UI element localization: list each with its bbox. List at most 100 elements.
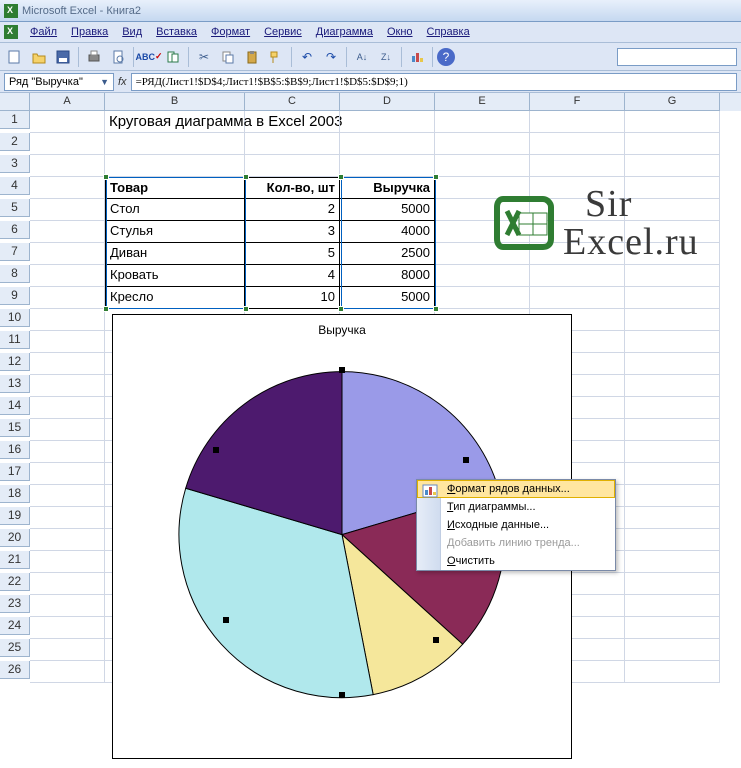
save-icon[interactable] <box>52 46 74 68</box>
cell-C4[interactable]: Кол-во, шт <box>245 177 340 199</box>
row-header-23[interactable]: 23 <box>0 595 30 613</box>
cell-D6[interactable]: 4000 <box>340 221 435 243</box>
row-header-6[interactable]: 6 <box>0 221 30 239</box>
cell-C5[interactable]: 2 <box>245 199 340 221</box>
ctx-item-2[interactable]: Исходные данные... <box>417 516 615 534</box>
row-header-18[interactable]: 18 <box>0 485 30 503</box>
cell-G22[interactable] <box>625 573 720 595</box>
cell-A6[interactable] <box>30 221 105 243</box>
cell-G17[interactable] <box>625 463 720 485</box>
name-box[interactable]: Ряд "Выручка" ▼ <box>4 73 114 91</box>
open-icon[interactable] <box>28 46 50 68</box>
cell-A4[interactable] <box>30 177 105 199</box>
spellcheck-icon[interactable]: ABC✓ <box>138 46 160 68</box>
cell-A14[interactable] <box>30 397 105 419</box>
cell-G18[interactable] <box>625 485 720 507</box>
cell-A26[interactable] <box>30 661 105 683</box>
chart-title[interactable]: Выручка <box>113 323 571 337</box>
menu-edit[interactable]: Правка <box>65 24 114 40</box>
col-header-G[interactable]: G <box>625 93 720 111</box>
cell-G14[interactable] <box>625 397 720 419</box>
cell-E3[interactable] <box>435 155 530 177</box>
cell-D7[interactable]: 2500 <box>340 243 435 265</box>
menu-service[interactable]: Сервис <box>258 24 308 40</box>
cell-A3[interactable] <box>30 155 105 177</box>
cell-D8[interactable]: 8000 <box>340 265 435 287</box>
col-header-D[interactable]: D <box>340 93 435 111</box>
research-icon[interactable] <box>162 46 184 68</box>
cell-C7[interactable]: 5 <box>245 243 340 265</box>
cell-D1[interactable] <box>340 111 435 133</box>
cell-G3[interactable] <box>625 155 720 177</box>
cell-B6[interactable]: Стулья <box>105 221 245 243</box>
copy-icon[interactable] <box>217 46 239 68</box>
cell-A1[interactable] <box>30 111 105 133</box>
cell-B8[interactable]: Кровать <box>105 265 245 287</box>
row-header-7[interactable]: 7 <box>0 243 30 261</box>
cell-F2[interactable] <box>530 133 625 155</box>
row-header-24[interactable]: 24 <box>0 617 30 635</box>
sort-asc-icon[interactable]: A↓ <box>351 46 373 68</box>
print-icon[interactable] <box>83 46 105 68</box>
row-header-5[interactable]: 5 <box>0 199 30 217</box>
row-header-3[interactable]: 3 <box>0 155 30 173</box>
row-header-2[interactable]: 2 <box>0 133 30 151</box>
row-header-11[interactable]: 11 <box>0 331 30 349</box>
print-preview-icon[interactable] <box>107 46 129 68</box>
cell-A15[interactable] <box>30 419 105 441</box>
redo-icon[interactable]: ↷ <box>320 46 342 68</box>
cell-A11[interactable] <box>30 331 105 353</box>
row-header-22[interactable]: 22 <box>0 573 30 591</box>
cell-G15[interactable] <box>625 419 720 441</box>
cell-A16[interactable] <box>30 441 105 463</box>
menu-insert[interactable]: Вставка <box>150 24 203 40</box>
cell-A24[interactable] <box>30 617 105 639</box>
cell-F1[interactable] <box>530 111 625 133</box>
cell-G2[interactable] <box>625 133 720 155</box>
row-header-8[interactable]: 8 <box>0 265 30 283</box>
cell-C6[interactable]: 3 <box>245 221 340 243</box>
row-header-15[interactable]: 15 <box>0 419 30 437</box>
help-search-input[interactable] <box>617 48 737 66</box>
row-header-14[interactable]: 14 <box>0 397 30 415</box>
fx-icon[interactable]: fx <box>118 76 127 88</box>
cell-B5[interactable]: Стол <box>105 199 245 221</box>
cell-A5[interactable] <box>30 199 105 221</box>
ctx-item-4[interactable]: Очистить <box>417 552 615 570</box>
cell-G11[interactable] <box>625 331 720 353</box>
cell-G20[interactable] <box>625 529 720 551</box>
cell-D4[interactable]: Выручка <box>340 177 435 199</box>
row-header-19[interactable]: 19 <box>0 507 30 525</box>
cell-A22[interactable] <box>30 573 105 595</box>
cell-A13[interactable] <box>30 375 105 397</box>
cell-A21[interactable] <box>30 551 105 573</box>
cell-G1[interactable] <box>625 111 720 133</box>
row-header-26[interactable]: 26 <box>0 661 30 679</box>
menu-view[interactable]: Вид <box>116 24 148 40</box>
cell-B3[interactable] <box>105 155 245 177</box>
cell-G21[interactable] <box>625 551 720 573</box>
row-header-1[interactable]: 1 <box>0 111 30 129</box>
cell-A17[interactable] <box>30 463 105 485</box>
ctx-item-1[interactable]: Тип диаграммы... <box>417 498 615 516</box>
cell-D5[interactable]: 5000 <box>340 199 435 221</box>
cell-C8[interactable]: 4 <box>245 265 340 287</box>
menu-chart[interactable]: Диаграмма <box>310 24 379 40</box>
cell-F3[interactable] <box>530 155 625 177</box>
cell-B9[interactable]: Кресло <box>105 287 245 309</box>
menu-format[interactable]: Формат <box>205 24 256 40</box>
menu-help[interactable]: Справка <box>421 24 476 40</box>
name-box-dropdown-icon[interactable]: ▼ <box>100 77 109 87</box>
cell-A18[interactable] <box>30 485 105 507</box>
cell-G12[interactable] <box>625 353 720 375</box>
sort-desc-icon[interactable]: Z↓ <box>375 46 397 68</box>
paste-icon[interactable] <box>241 46 263 68</box>
row-header-12[interactable]: 12 <box>0 353 30 371</box>
cell-A20[interactable] <box>30 529 105 551</box>
row-header-16[interactable]: 16 <box>0 441 30 459</box>
help-icon[interactable]: ? <box>437 48 455 66</box>
chart-wizard-icon[interactable] <box>406 46 428 68</box>
cell-D2[interactable] <box>340 133 435 155</box>
cell-B2[interactable] <box>105 133 245 155</box>
cell-E1[interactable] <box>435 111 530 133</box>
